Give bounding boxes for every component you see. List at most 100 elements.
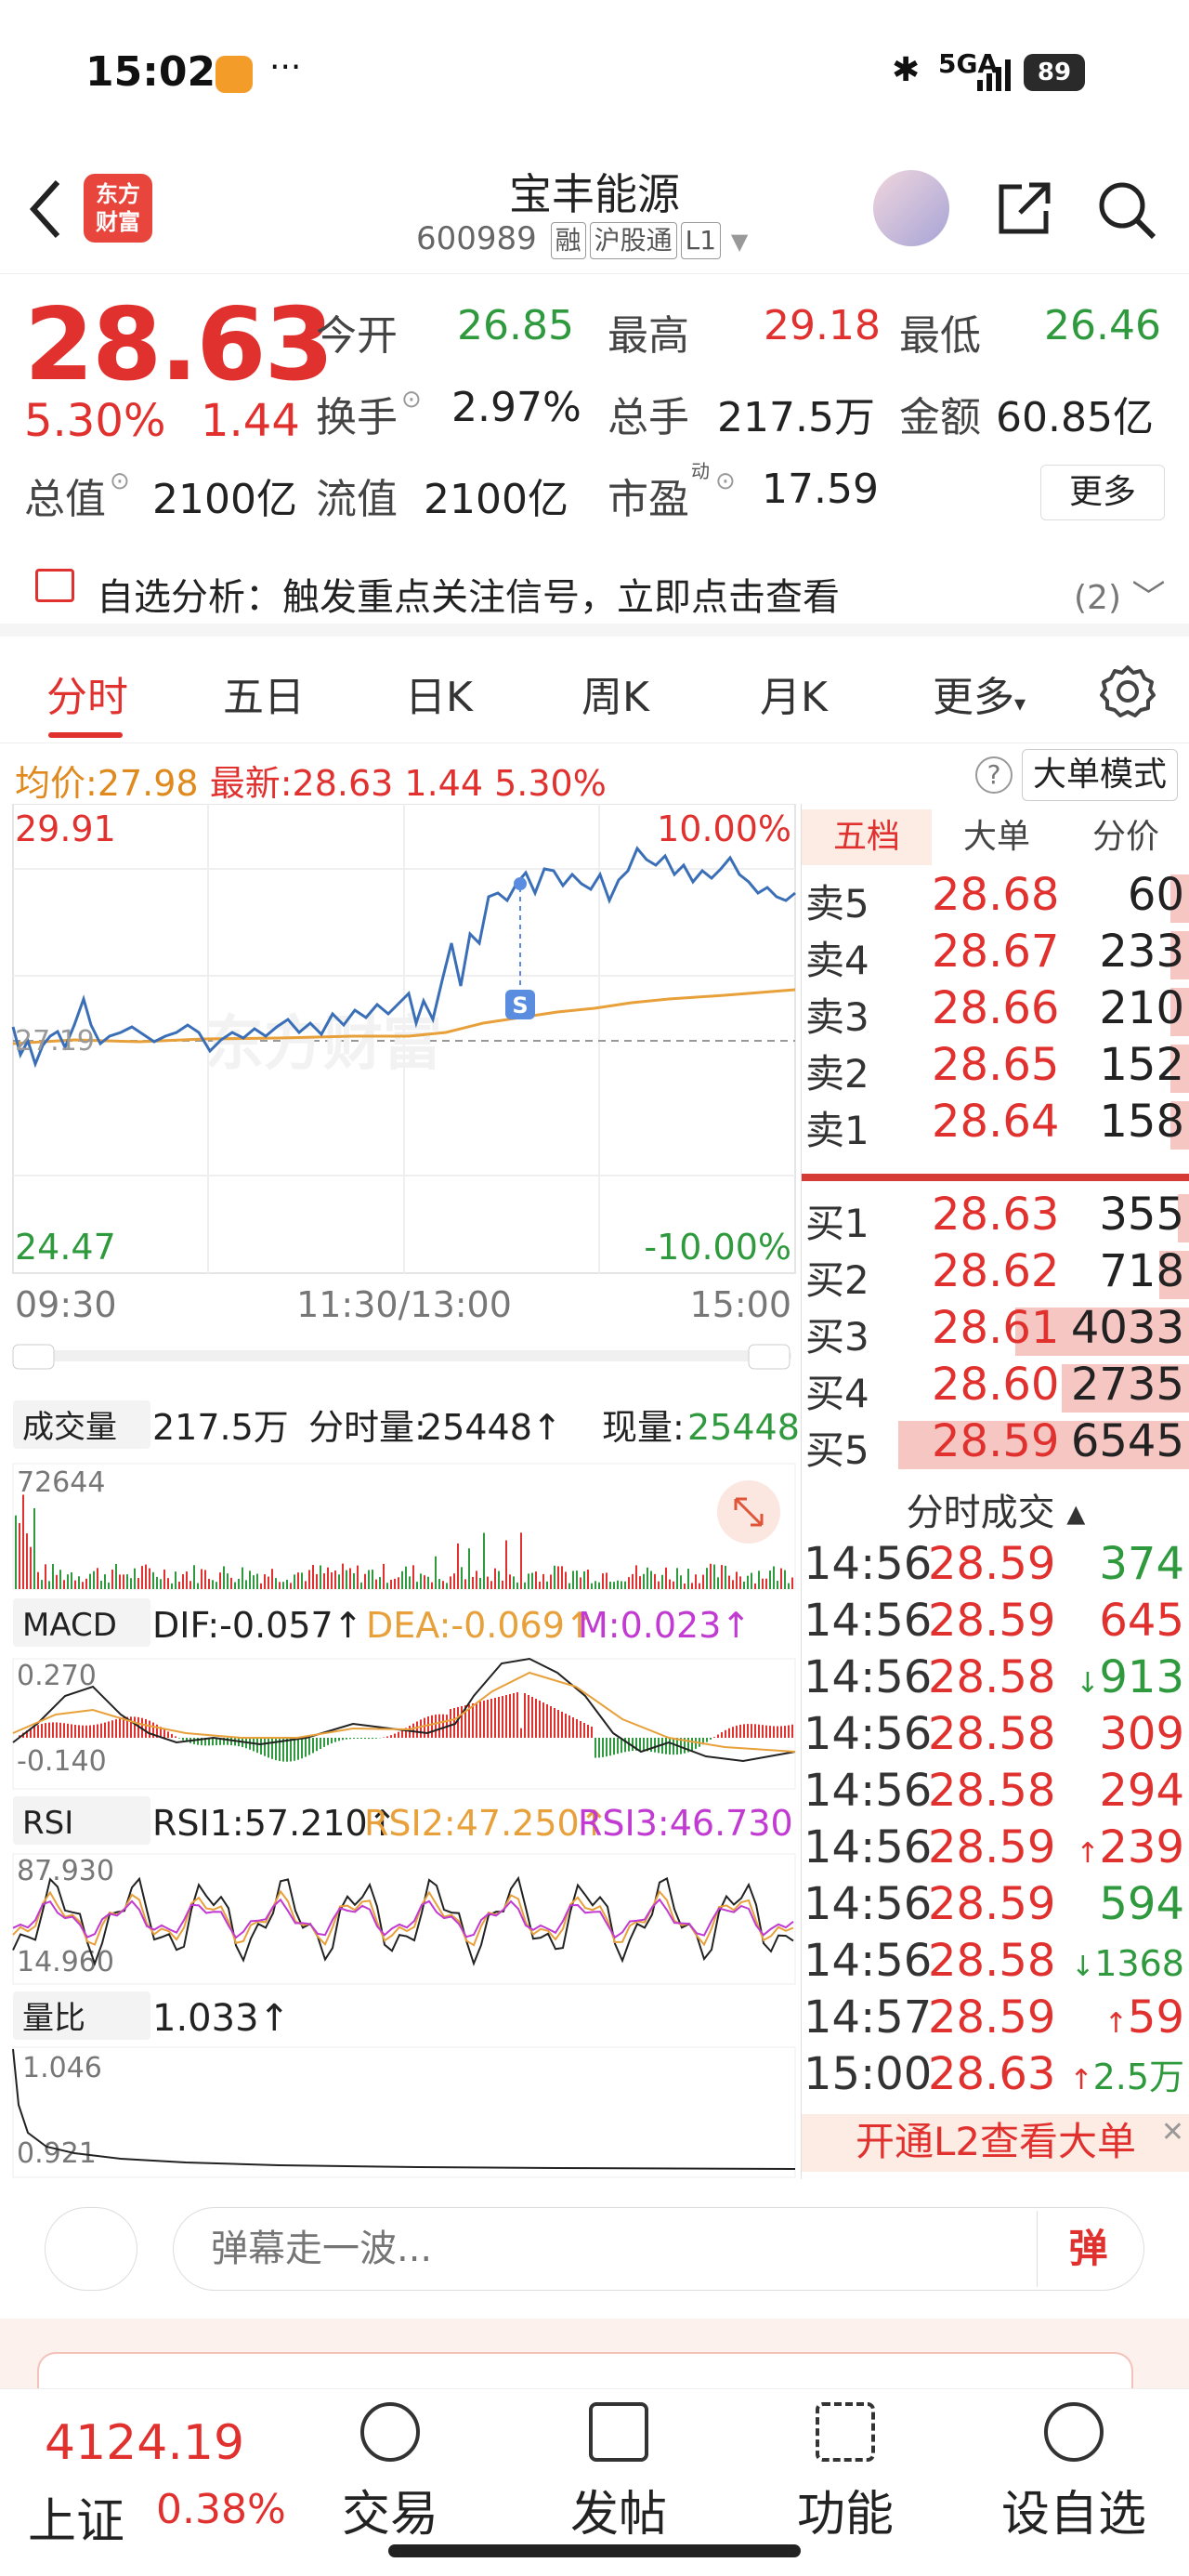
ask-vol: 233 — [1099, 926, 1184, 978]
gear-icon[interactable] — [1098, 662, 1157, 721]
volume-bar — [446, 1583, 448, 1589]
trade-volume: 374 — [1099, 1538, 1184, 1590]
close-icon[interactable]: ✕ — [1161, 2105, 1184, 2161]
macd-bar — [528, 1695, 529, 1738]
tab-intraday[interactable]: 分时 — [46, 664, 128, 723]
nav-functions[interactable]: 功能 — [771, 2402, 920, 2544]
volume-select[interactable]: 成交量 — [22, 1409, 117, 1446]
volume-bar — [30, 1546, 32, 1589]
macd-bar — [546, 1704, 548, 1738]
danmaku-input[interactable] — [173, 2207, 1144, 2291]
volume-bar — [22, 1494, 24, 1589]
scroll-handle-left[interactable] — [12, 1344, 55, 1370]
lb-select[interactable]: 量比 — [22, 2000, 85, 2037]
bid-row[interactable]: 买1 28.63 355 — [802, 1189, 1189, 1246]
pe-info-icon[interactable]: ⊙ — [715, 467, 736, 495]
volume-bar — [684, 1583, 686, 1589]
volume-bar — [130, 1578, 132, 1589]
volume-bar — [702, 1574, 704, 1589]
macd-bar — [368, 1738, 370, 1740]
tab-price-distribution[interactable]: 分价 — [1062, 809, 1189, 865]
macd-bar — [394, 1733, 396, 1738]
buy-signal-marker[interactable]: S — [512, 992, 528, 1019]
volume-bar — [104, 1574, 106, 1589]
macd-bar — [41, 1724, 43, 1738]
macd-bar — [650, 1738, 652, 1752]
bid-price: 28.63 — [932, 1189, 1060, 1241]
mktcap-info-icon[interactable]: ⊙ — [110, 467, 130, 495]
macd-bar — [591, 1727, 593, 1738]
tag-connect: 沪股通 — [589, 222, 677, 259]
macd-bar — [327, 1738, 329, 1745]
tab-monthly-k[interactable]: 月K — [760, 664, 828, 723]
volume-bar — [687, 1569, 689, 1589]
volume-bar — [97, 1568, 98, 1589]
nav-post-label: 发帖 — [569, 2487, 667, 2543]
stock-code-line[interactable]: 600989 融沪股通 L1 ▼ — [416, 220, 748, 259]
help-icon[interactable]: ? — [975, 756, 1013, 794]
last-price: 28.63 — [24, 287, 334, 403]
macd-bar — [59, 1722, 61, 1738]
macd-bar — [372, 1738, 373, 1740]
volume-bar — [568, 1583, 570, 1589]
avg-label: 均价: — [15, 763, 98, 804]
volume-bar — [372, 1570, 373, 1589]
danmaku-send-button[interactable]: 弹 — [1037, 2211, 1139, 2287]
tab-big-orders[interactable]: 大单 — [932, 809, 1062, 865]
index-value[interactable]: 4124.19 — [45, 2415, 244, 2471]
rsi-select[interactable]: RSI — [22, 1805, 73, 1842]
nav-post[interactable]: 发帖 — [544, 2402, 693, 2544]
volume-bar — [621, 1581, 622, 1589]
volume-bar — [546, 1581, 548, 1589]
more-button[interactable]: 更多 — [1040, 465, 1165, 520]
assistant-avatar[interactable] — [873, 170, 949, 246]
volume-bar — [505, 1540, 507, 1589]
danmaku-settings-icon[interactable] — [45, 2207, 137, 2291]
quote-panel: 28.63 5.30% 1.44 今开 26.85 最高 29.18 最低 26… — [0, 274, 1189, 534]
macd-bar — [375, 1738, 377, 1739]
volume-bar — [765, 1578, 767, 1589]
tab-daily-k[interactable]: 日K — [405, 664, 473, 723]
ask-row[interactable]: 卖1 28.64 158 — [802, 1096, 1189, 1153]
ask-row[interactable]: 卖3 28.66 210 — [802, 982, 1189, 1040]
trade-volume: 913 — [1099, 1651, 1184, 1703]
trade-time: 15:00 — [804, 2048, 933, 2100]
macd-bar — [85, 1725, 87, 1738]
bid-row[interactable]: 买5 28.59 6545 — [802, 1415, 1189, 1473]
ask-row[interactable]: 卖2 28.65 152 — [802, 1039, 1189, 1097]
l2-upgrade-banner[interactable]: 开通L2查看大单 ✕ — [802, 2114, 1189, 2172]
search-icon[interactable] — [1096, 179, 1157, 241]
bid-row[interactable]: 买2 28.62 718 — [802, 1245, 1189, 1303]
volume-bar — [606, 1572, 608, 1589]
tab-five-levels[interactable]: 五档 — [802, 809, 932, 865]
scroll-handle-right[interactable] — [748, 1344, 790, 1370]
trades-header[interactable]: 分时成交 ▴ — [802, 1482, 1189, 1536]
bid-row[interactable]: 买3 28.61 4033 — [802, 1302, 1189, 1360]
macd-select[interactable]: MACD — [22, 1607, 117, 1644]
volume-bar — [238, 1578, 240, 1589]
macd-bar — [48, 1722, 50, 1738]
open-label: 今开 — [316, 312, 398, 360]
volume-bar — [260, 1583, 262, 1589]
tab-weekly-k[interactable]: 周K — [581, 664, 649, 723]
ask-row[interactable]: 卖5 28.68 60 — [802, 869, 1189, 927]
share-icon[interactable] — [994, 179, 1053, 239]
ask-row[interactable]: 卖4 28.67 233 — [802, 926, 1189, 983]
tab-five-day[interactable]: 五日 — [223, 664, 305, 723]
tab-more[interactable]: 更多▾ — [933, 664, 1026, 723]
macd-bar — [390, 1735, 392, 1738]
turnover-info-icon[interactable]: ⊙ — [401, 386, 422, 414]
bid-row[interactable]: 买4 28.60 2735 — [802, 1359, 1189, 1416]
volume-bar — [71, 1571, 72, 1589]
intraday-chart[interactable]: 东方财富 S 29.91 10.00% 27.19 24.47 -10.00% … — [0, 804, 799, 2179]
nav-add-watchlist[interactable]: 设自选 — [1000, 2402, 1148, 2544]
ask-vol: 210 — [1099, 982, 1184, 1034]
watch-analysis-alert[interactable]: 自选分析：触发重点关注信号，立即点击查看 (2) ﹀ — [0, 548, 1189, 637]
volume-bar — [41, 1580, 43, 1589]
macd-bar — [316, 1738, 318, 1752]
nav-trade[interactable]: 交易 — [316, 2402, 464, 2544]
big-order-mode-button[interactable]: 大单模式 — [1022, 749, 1178, 801]
macd-bar — [695, 1738, 697, 1749]
volume-bar — [561, 1566, 563, 1589]
float-value: 2100亿 — [424, 476, 568, 523]
